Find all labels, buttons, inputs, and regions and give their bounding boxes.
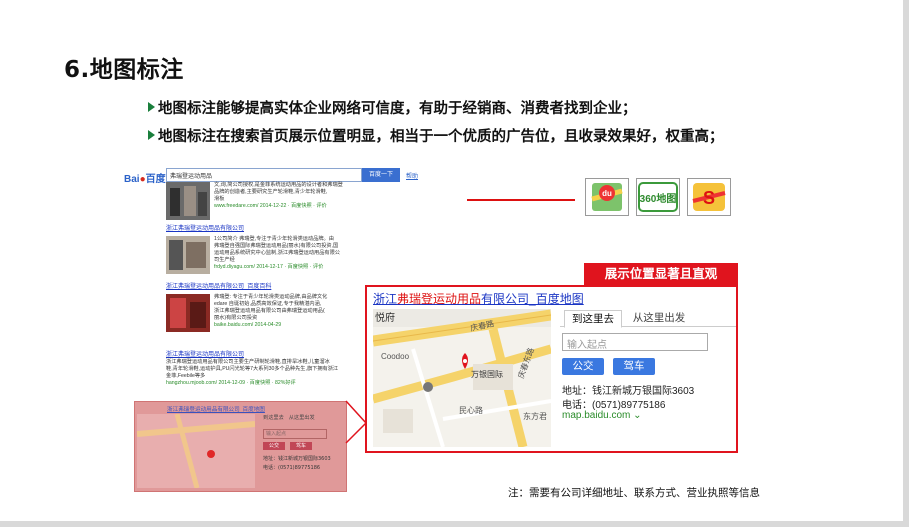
- logo-left: Bai: [124, 174, 140, 185]
- chevron-down-icon: ⌄: [633, 410, 642, 421]
- baidu-logo: Bai●百度: [124, 170, 166, 185]
- map-label-poi1: Coodoo: [381, 352, 410, 361]
- bullet-triangle-icon: [148, 130, 155, 140]
- address-text: 地址：钱江新城万银国际3603: [562, 386, 695, 397]
- result-1: 文,询,简公司授权,是金菲系统运动用品的设计者和弗瑞登 品牌的创造者,主要研究生产…: [214, 182, 343, 209]
- car-button[interactable]: 驾车: [613, 358, 655, 375]
- help-link[interactable]: 帮助: [406, 171, 418, 180]
- 360-map-icon: 360地图: [636, 178, 680, 216]
- tab-to-here[interactable]: 到这里去: [564, 310, 622, 328]
- baidu-map-icon: du: [585, 178, 629, 216]
- result-3-title[interactable]: 浙江弗瑞登运动用品有限公司_百度百科: [166, 284, 366, 291]
- callout-caption: 展示位置显著且直观: [584, 263, 738, 285]
- pointer-line: [467, 199, 575, 201]
- map-view[interactable]: 悦府 庆春路 Coodoo 万银国际 民心路 庆春东路 东方君: [373, 309, 551, 447]
- site-link[interactable]: map.baidu.com ⌄: [562, 410, 642, 421]
- search-button[interactable]: 百度一下: [362, 168, 400, 182]
- bullet-1-text: 地图标注能够提高实体企业网络可信度，有助于经销商、消费者找到企业；: [158, 101, 637, 117]
- bullet-2-text: 地图标注在搜索首页展示位置明显，相当于一个优质的广告位，且收录效果好，权重高；: [158, 129, 724, 145]
- map-label-poi2: 万银国际: [471, 369, 503, 379]
- footnote: 注：需要有公司详细地址、联系方式、营业执照等信息: [508, 487, 760, 499]
- result-3: 浙江弗瑞登运动用品有限公司_百度百科: [166, 284, 366, 291]
- slide-title: 6.地图标注: [64, 57, 184, 83]
- pink-tabs: 到这里去 从这里出发: [263, 415, 315, 421]
- phone-text: 电话：(0571)89775186: [562, 400, 666, 411]
- bullet-triangle-icon: [148, 102, 155, 112]
- result-2-title[interactable]: 浙江弗瑞登运动用品有限公司: [166, 226, 366, 233]
- highlighted-map-result: 浙江弗瑞登运动用品有限公司_百度地图 到这里去 从这里出发 输入起点 公交 驾车…: [134, 401, 347, 492]
- map-result-panel: 浙江弗瑞登运动用品有限公司_百度地图 悦府 庆春路 Coodoo 万银国际 民心…: [365, 285, 738, 453]
- result-2-body: 1公司简介 弗瑞登,专注于青少年轮滑类运动品牌。由 弗瑞登自强国际弗瑞登运动用品(…: [214, 236, 340, 270]
- tab-from-here[interactable]: 从这里出发: [626, 310, 692, 328]
- svg-text:du: du: [602, 189, 612, 198]
- direction-tabs: 到这里去 从这里出发: [560, 307, 736, 328]
- mini-map: [137, 414, 255, 488]
- pink-bus-button[interactable]: 公交: [263, 442, 285, 450]
- search-input[interactable]: 弗瑞登运动用品: [166, 168, 362, 182]
- result-2: 浙江弗瑞登运动用品有限公司: [166, 226, 366, 233]
- map-label-north: 悦府: [375, 311, 395, 324]
- sogou-map-icon: S: [687, 178, 731, 216]
- svg-text:S: S: [703, 188, 715, 208]
- result-3-body: 弗瑞登: 专注于青少年轮滑类运动品牌,由品牌文化 edare 自诞初始,品质高效保…: [214, 294, 328, 328]
- svg-text:360地图: 360地图: [640, 192, 677, 205]
- pink-start-input[interactable]: 输入起点: [263, 429, 327, 439]
- bus-button[interactable]: 公交: [562, 358, 604, 375]
- map-label-poi3: 东方君: [523, 411, 547, 421]
- pink-contact: 地址：钱江新城万银国际3603 电话：(0571)89775186: [263, 456, 331, 471]
- map-label-road2: 民心路: [459, 405, 483, 415]
- map-result-title[interactable]: 浙江弗瑞登运动用品有限公司_百度地图: [373, 290, 584, 307]
- logo-right: 百度: [145, 174, 166, 185]
- start-point-input[interactable]: 输入起点: [562, 333, 708, 351]
- bullet-1: 地图标注能够提高实体企业网络可信度，有助于经销商、消费者找到企业；: [148, 97, 637, 118]
- pink-car-button[interactable]: 驾车: [290, 442, 312, 450]
- bullet-2: 地图标注在搜索首页展示位置明显，相当于一个优质的广告位，且收录效果好，权重高；: [148, 125, 724, 146]
- pink-map-title[interactable]: 浙江弗瑞登运动用品有限公司_百度地图: [167, 405, 265, 413]
